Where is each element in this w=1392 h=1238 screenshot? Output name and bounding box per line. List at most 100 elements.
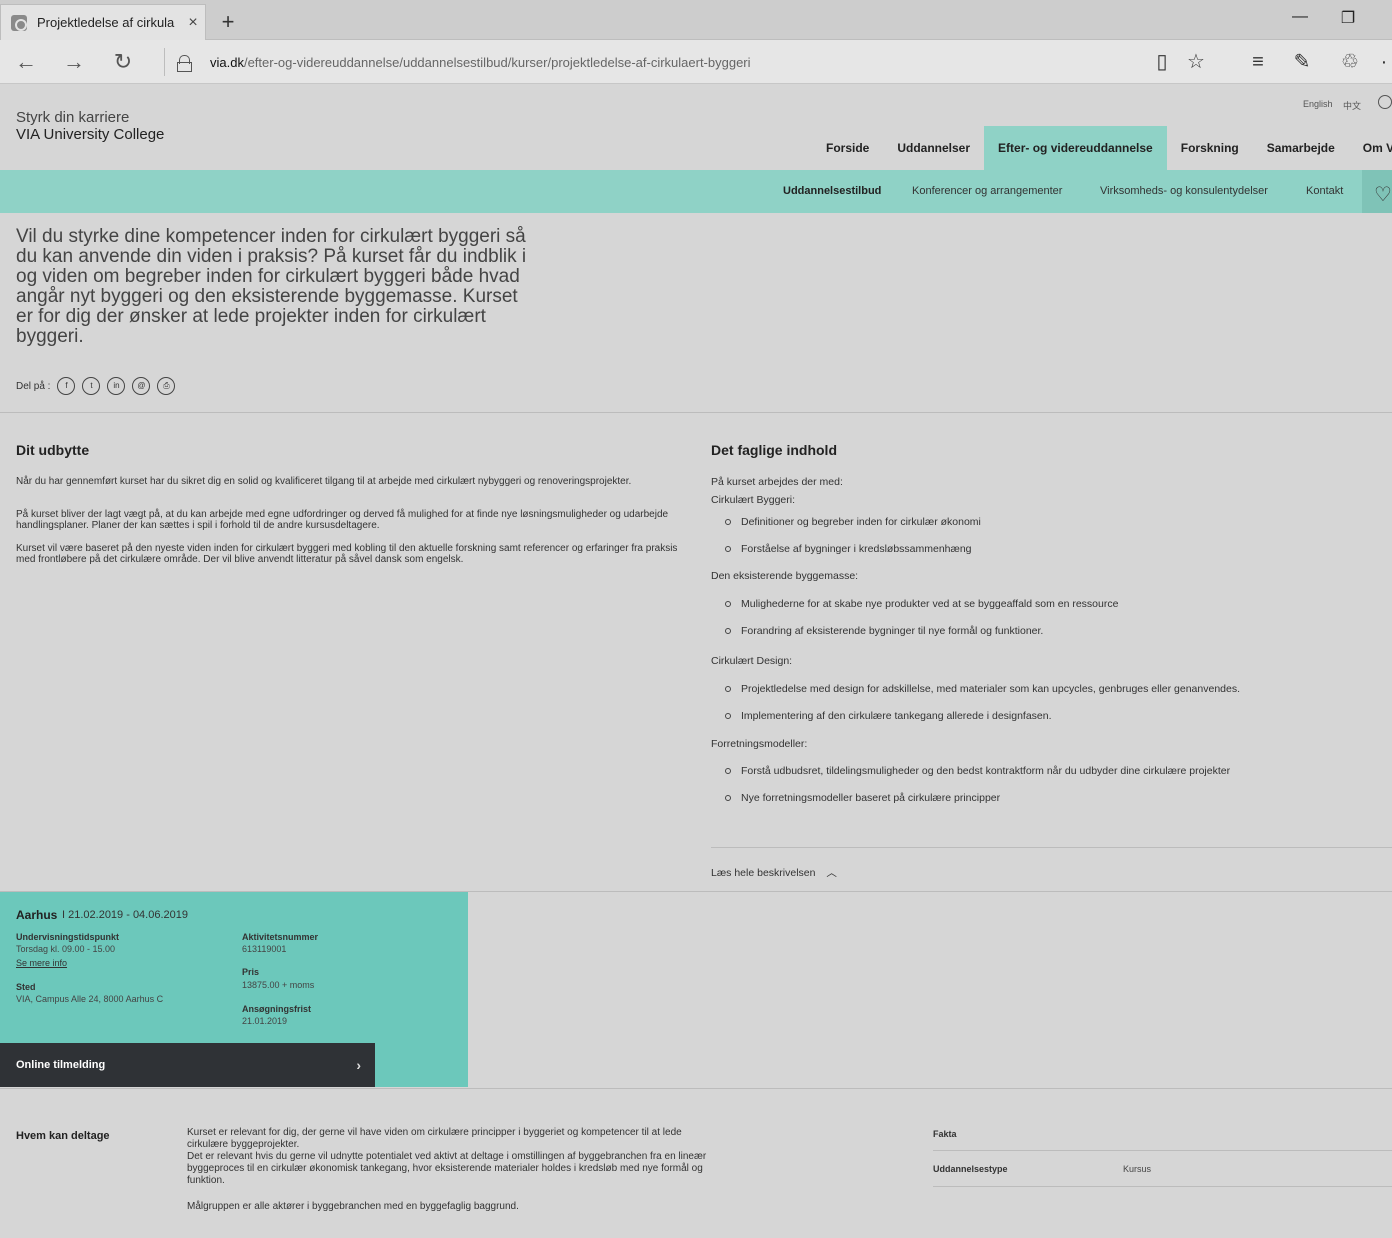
site-favicon-icon: [11, 14, 27, 31]
read-more-label: Læs hele beskrivelsen: [711, 867, 816, 879]
back-arrow-icon[interactable]: ←: [10, 48, 42, 76]
place-label: Sted: [16, 982, 36, 992]
deadline-value: 21.01.2019: [242, 1016, 288, 1026]
minimize-button[interactable]: —: [1280, 8, 1320, 26]
time-label: Undervisningstidspunkt: [16, 932, 120, 942]
divider: [0, 1088, 1392, 1089]
deadline-label: Ansøgningsfrist: [242, 1004, 311, 1014]
new-tab-button[interactable]: +: [214, 8, 242, 36]
list-item: Forandring af eksisterende bygninger til…: [711, 624, 1331, 654]
tab-title: Projektledelse af cirkula: [37, 15, 175, 30]
price-label: Pris: [242, 967, 260, 977]
activity-label: Aktivitetsnummer: [242, 932, 319, 942]
favorites-button[interactable]: ♡: [1362, 170, 1392, 213]
more-icon[interactable]: ·: [1376, 48, 1392, 76]
indhold-intro: På kurset arbejdes der med:: [711, 476, 843, 488]
favorite-star-icon[interactable]: ☆: [1180, 48, 1212, 76]
subnav-uddannelsestilbud[interactable]: Uddannelsestilbud: [783, 170, 881, 213]
price-value: 13875.00 + moms: [242, 980, 315, 990]
brand-college: VIA University College: [16, 126, 165, 143]
nav-om-via[interactable]: Om VIA: [1349, 126, 1392, 170]
list-item: Definitioner og begreber inden for cirku…: [711, 515, 1331, 542]
forward-arrow-icon[interactable]: →: [58, 48, 90, 76]
twitter-icon[interactable]: t: [82, 377, 101, 395]
nav-samarbejde[interactable]: Samarbejde: [1253, 126, 1349, 170]
list-item: Forståelse af bygninger i kredsløbssamme…: [711, 542, 1331, 569]
browser-tab[interactable]: Projektledelse af cirkula ×: [0, 4, 206, 40]
subnav-virksomheds-ydelser[interactable]: Virksomheds- og konsulentydelser: [1100, 170, 1268, 213]
group-label: Cirkulært Design:: [711, 655, 793, 667]
list-item: Forstå udbudsret, tildelingsmuligheder o…: [711, 764, 1331, 791]
course-dates: I 21.02.2019 - 04.06.2019: [62, 909, 188, 921]
divider: [933, 1150, 1392, 1151]
group-label: Den eksisterende byggemasse:: [711, 570, 859, 582]
main-nav: Forside Uddannelser Efter- og videreudda…: [812, 126, 1392, 170]
list-item: Projektledelse med design for adskillels…: [711, 682, 1331, 709]
url-path: /efter-og-videreuddannelse/uddannelsesti…: [243, 54, 751, 70]
udbytte-paragraph-1: Når du har gennemført kurset har du sikr…: [16, 476, 632, 487]
heart-icon: ♡: [1374, 184, 1392, 206]
indhold-list: På kurset arbejdes der med: Cirkulært By…: [711, 475, 1331, 818]
facebook-icon[interactable]: f: [57, 377, 76, 395]
subnav-kontakt[interactable]: Kontakt: [1306, 170, 1343, 213]
nav-forskning[interactable]: Forskning: [1167, 126, 1253, 170]
chevron-right-icon: ›: [356, 1057, 361, 1073]
read-more-link[interactable]: Læs hele beskrivelsen ︿: [711, 865, 837, 880]
place-value: VIA, Campus Alle 24, 8000 Aarhus C: [16, 994, 164, 1004]
fakta-heading: Fakta: [933, 1129, 957, 1139]
nav-uddannelser[interactable]: Uddannelser: [883, 126, 984, 170]
reading-view-icon[interactable]: ▯: [1146, 48, 1178, 76]
url-field[interactable]: via.dk/efter-og-videreuddannelse/uddanne…: [164, 48, 1134, 76]
fact-type-value: Kursus: [1123, 1164, 1152, 1174]
divider: [711, 847, 1392, 848]
more-info-link[interactable]: Se mere info: [16, 958, 67, 968]
refresh-icon[interactable]: ↻: [107, 48, 139, 76]
group-label: Forretningsmodeller:: [711, 738, 808, 750]
web-page: Styrk din karriere VIA University Colleg…: [0, 85, 1392, 1238]
list-item: Implementering af den cirkulære tankegan…: [711, 709, 1331, 737]
who-heading: Hvem kan deltage: [16, 1130, 110, 1142]
share-icon[interactable]: ♲: [1334, 48, 1366, 76]
brand-tagline: Styrk din karriere: [16, 109, 130, 126]
list-item: Mulighederne for at skabe nye produkter …: [711, 597, 1331, 624]
udbytte-heading: Dit udbytte: [16, 442, 90, 458]
print-icon[interactable]: ⎙: [157, 377, 176, 395]
url-domain: via.dk: [210, 54, 244, 70]
hub-icon[interactable]: ≡: [1242, 48, 1274, 76]
intro-text: Vil du styrke dine kompetencer inden for…: [16, 226, 527, 347]
email-icon[interactable]: @: [132, 377, 151, 395]
share-label: Del på :: [16, 380, 51, 392]
list-item: Nye forretningsmodeller baseret på cirku…: [711, 791, 1331, 818]
lang-english-link[interactable]: English: [1303, 99, 1333, 109]
search-icon[interactable]: [1378, 95, 1392, 109]
web-note-icon[interactable]: ✎: [1286, 48, 1318, 76]
who-text: Kurset er relevant for dig, der gerne vi…: [187, 1127, 707, 1213]
restore-button[interactable]: ❐: [1328, 8, 1368, 28]
signup-label: Online tilmelding: [16, 1059, 106, 1071]
online-signup-button[interactable]: Online tilmelding ›: [0, 1043, 375, 1087]
linkedin-icon[interactable]: in: [107, 377, 126, 395]
close-tab-icon[interactable]: ×: [181, 14, 205, 32]
brand-logo[interactable]: Styrk din karriere VIA University Colleg…: [16, 109, 164, 143]
group-label: Cirkulært Byggeri:: [711, 494, 796, 506]
indhold-heading: Det faglige indhold: [711, 442, 837, 458]
activity-value: 613119001: [242, 944, 287, 954]
fact-type-label: Uddannelsestype: [933, 1164, 1008, 1174]
address-bar: ← → ↻ via.dk/efter-og-videreuddannelse/u…: [0, 40, 1392, 84]
nav-forside[interactable]: Forside: [812, 126, 883, 170]
nav-efter-og-videreuddannelse[interactable]: Efter- og videreuddannelse: [984, 126, 1167, 170]
who-paragraph-1: Kurset er relevant for dig, der gerne vi…: [187, 1127, 682, 1150]
subnav-konferencer[interactable]: Konferencer og arrangementer: [912, 170, 1062, 213]
who-paragraph-2: Det er relevant hvis du gerne vil udnytt…: [187, 1151, 707, 1186]
who-paragraph-3: Målgruppen er alle aktører i byggebranch…: [187, 1201, 519, 1212]
lang-chinese-link[interactable]: 中文: [1343, 99, 1361, 112]
browser-tabbar: Projektledelse af cirkula × + — ❐: [0, 0, 1392, 40]
lock-icon: [177, 54, 192, 72]
divider: [933, 1186, 1392, 1187]
udbytte-paragraph-3: Kurset vil være baseret på den nyeste vi…: [16, 543, 678, 565]
chevron-up-icon: ︿: [826, 867, 837, 879]
time-value: Torsdag kl. 09.00 - 15.00: [16, 944, 116, 954]
divider: [0, 412, 1392, 413]
udbytte-paragraph-2: På kurset bliver der lagt vægt på, at du…: [16, 509, 669, 531]
course-city: Aarhus: [16, 908, 58, 922]
